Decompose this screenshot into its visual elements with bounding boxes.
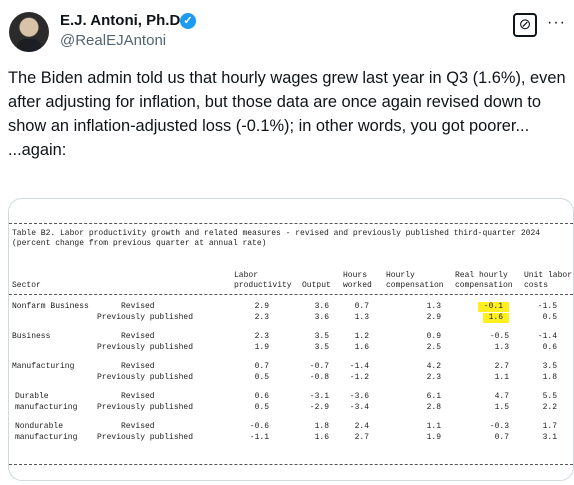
table-cell: 2.7 xyxy=(494,362,509,371)
table-cell: -0.6 xyxy=(249,422,269,431)
table-cell: 4.2 xyxy=(426,362,441,371)
author-handle[interactable]: @RealEJAntoni xyxy=(60,32,166,49)
table-cell: 1.1 xyxy=(426,422,441,431)
table-cell: 0.7 xyxy=(254,362,269,371)
table-cell: 3.6 xyxy=(314,313,329,322)
more-options-icon[interactable]: ··· xyxy=(547,15,566,31)
table-cell: -1.2 xyxy=(349,373,369,382)
table-cell: -3.6 xyxy=(349,392,369,401)
table-cell: 2.4 xyxy=(354,422,369,431)
row-label: Previously published xyxy=(97,433,194,442)
table-cell: 3.5 xyxy=(314,332,329,341)
table-cell: 1.6 xyxy=(314,433,329,442)
table-cell: 1.8 xyxy=(542,373,557,382)
row-label: Previously published xyxy=(97,403,194,412)
table-cell: -0.8 xyxy=(309,373,329,382)
table-cell: 1.5 xyxy=(494,403,509,412)
header-output: Output xyxy=(302,281,331,290)
table-cell: -1.5 xyxy=(537,302,557,311)
table-cell: 1.3 xyxy=(354,313,369,322)
table-cell: 1.3 xyxy=(426,302,441,311)
table-cell: 0.5 xyxy=(254,403,269,412)
sector-label: Business xyxy=(12,332,51,341)
table-cell: -0.7 xyxy=(309,362,329,371)
row-label: Revised xyxy=(121,332,155,341)
header-unit-labor-costs: Unit labor costs xyxy=(524,271,573,290)
author-name[interactable]: E.J. Antoni, Ph.D. xyxy=(60,12,184,29)
table-cell: -1.1 xyxy=(249,433,269,442)
table-cell: 2.9 xyxy=(254,302,269,311)
table-cell: 2.7 xyxy=(354,433,369,442)
table-cell: 1.3 xyxy=(494,343,509,352)
table-cell: 1.2 xyxy=(354,332,369,341)
header-hours-worked: Hours worked xyxy=(343,271,372,290)
sector-label: Manufacturing xyxy=(12,362,75,371)
table-cell: 2.3 xyxy=(254,332,269,341)
row-label: Revised xyxy=(121,422,155,431)
table-cell: 2.9 xyxy=(426,313,441,322)
highlighted-cell: -0.1 xyxy=(477,302,509,312)
table-cell: 3.5 xyxy=(314,343,329,352)
row-label: Revised xyxy=(121,362,155,371)
table-cell: 2.3 xyxy=(426,373,441,382)
table-cell: -1.4 xyxy=(349,362,369,371)
header-rule xyxy=(9,294,573,297)
sector-label: manufacturing xyxy=(15,403,78,412)
table-cell: 0.6 xyxy=(254,392,269,401)
table-cell: 5.5 xyxy=(542,392,557,401)
table-cell: -2.9 xyxy=(309,403,329,412)
table-cell: 6.1 xyxy=(426,392,441,401)
sector-label: manufacturing xyxy=(15,433,78,442)
table-cell: 1.8 xyxy=(314,422,329,431)
table-top-rule xyxy=(9,223,573,226)
header-real-hourly-compensation: Real hourly compensation xyxy=(455,271,513,290)
table-cell: 2.3 xyxy=(254,313,269,322)
tweet-text: The Biden admin told us that hourly wage… xyxy=(8,69,566,159)
table-cell: 1.1 xyxy=(494,373,509,382)
highlighted-cell: 1.6 xyxy=(482,313,509,323)
table-cell: -0.3 xyxy=(489,422,509,431)
table-subtitle: (percent change from previous quarter at… xyxy=(12,239,267,248)
row-label: Revised xyxy=(121,302,155,311)
table-cell: 0.5 xyxy=(254,373,269,382)
row-label: Revised xyxy=(121,392,155,401)
table-cell: -1.4 xyxy=(537,332,557,341)
grok-button[interactable]: ⊘ xyxy=(513,13,537,37)
table-cell: 3.5 xyxy=(542,362,557,371)
header-sector: Sector xyxy=(12,281,41,290)
table-cell: 0.9 xyxy=(426,332,441,341)
table-cell: 0.7 xyxy=(354,302,369,311)
header-labor-productivity: Labor productivity xyxy=(234,271,292,290)
table-cell: 1.9 xyxy=(254,343,269,352)
header-hourly-compensation: Hourly compensation xyxy=(386,271,444,290)
row-label: Previously published xyxy=(97,313,194,322)
table-cell: 3.6 xyxy=(314,302,329,311)
table-image: Table B2. Labor productivity growth and … xyxy=(9,199,573,480)
table-cell: 1.9 xyxy=(426,433,441,442)
table-cell: 1.6 xyxy=(354,343,369,352)
row-label: Previously published xyxy=(97,343,194,352)
table-cell: -0.5 xyxy=(489,332,509,341)
table-cell: 0.7 xyxy=(494,433,509,442)
verified-badge-icon: ✓ xyxy=(180,13,196,29)
tweet-media-image[interactable]: Table B2. Labor productivity growth and … xyxy=(8,198,574,481)
table-cell: 0.6 xyxy=(542,343,557,352)
table-cell: 0.5 xyxy=(542,313,557,322)
table-cell: 2.2 xyxy=(542,403,557,412)
avatar[interactable] xyxy=(9,12,49,52)
table-bottom-rule xyxy=(9,464,573,467)
table-cell: -3.1 xyxy=(309,392,329,401)
table-cell: 1.7 xyxy=(542,422,557,431)
table-cell: 4.7 xyxy=(494,392,509,401)
table-title: Table B2. Labor productivity growth and … xyxy=(12,229,541,238)
sector-label: Nonfarm Business xyxy=(12,302,89,311)
sector-label: Durable xyxy=(15,392,49,401)
table-cell: 2.5 xyxy=(426,343,441,352)
row-label: Previously published xyxy=(97,373,194,382)
table-cell: 3.1 xyxy=(542,433,557,442)
sector-label: Nondurable xyxy=(15,422,64,431)
table-cell: 2.8 xyxy=(426,403,441,412)
table-cell: -3.4 xyxy=(349,403,369,412)
